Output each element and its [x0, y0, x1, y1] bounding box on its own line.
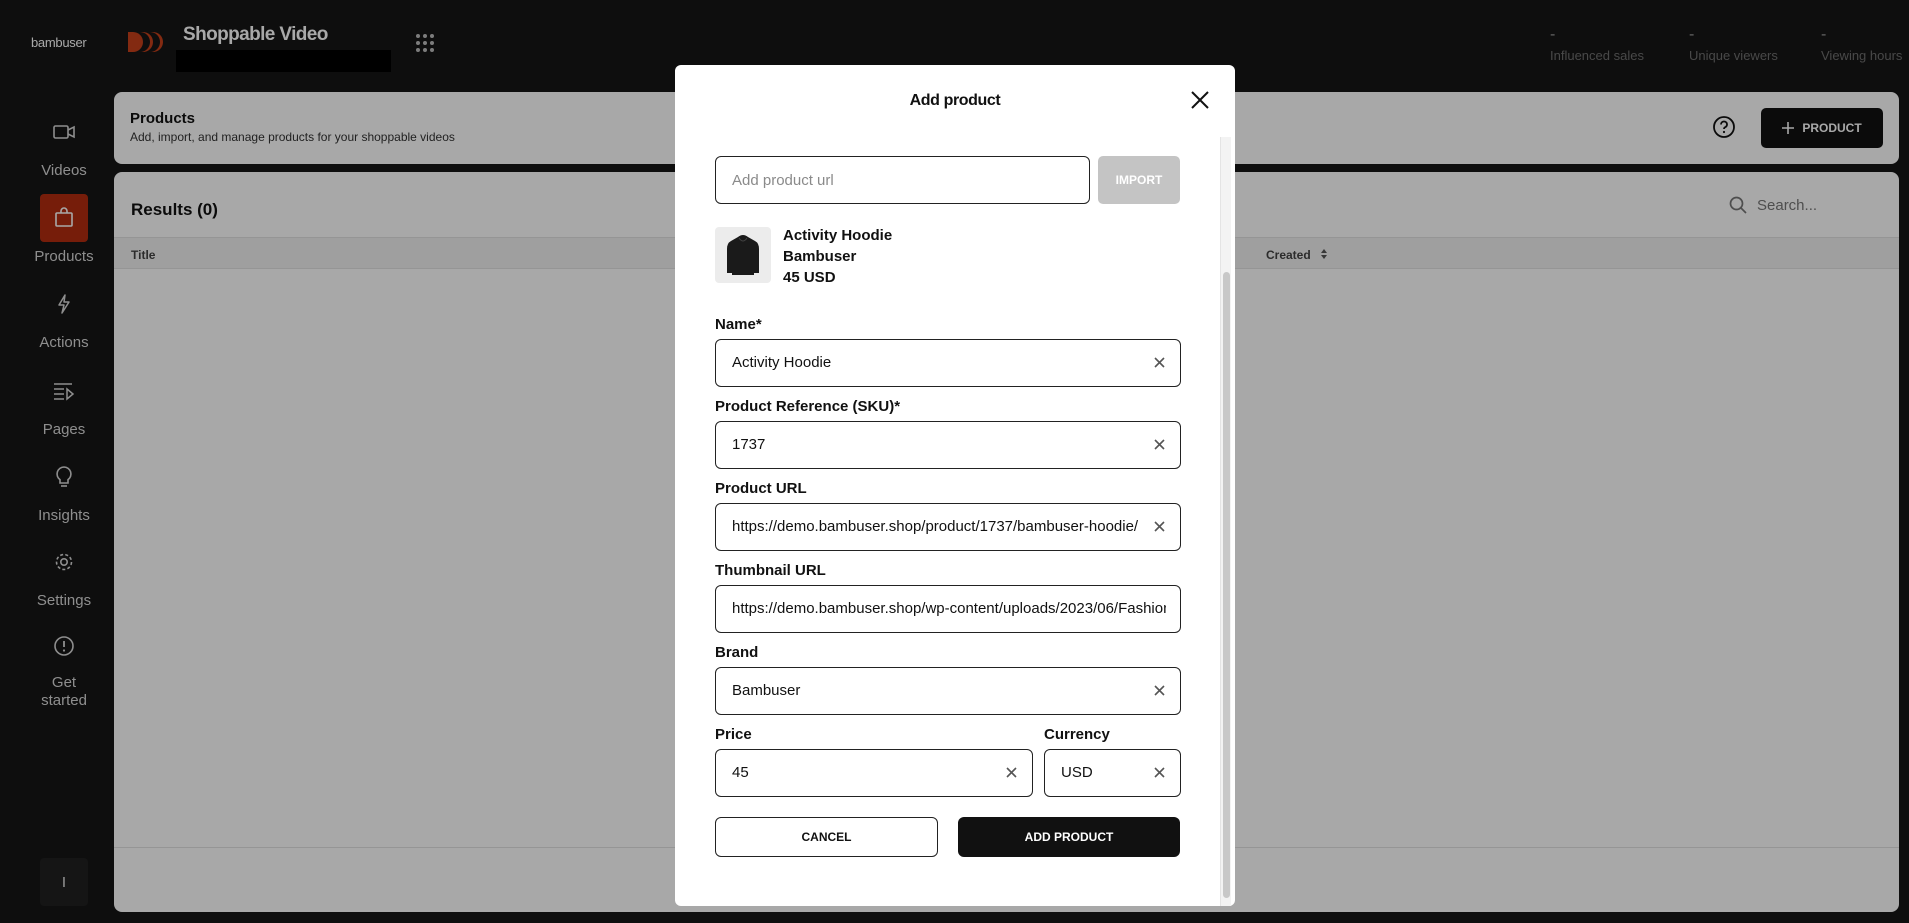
clear-icon[interactable]: [1153, 684, 1166, 697]
product-url-value: https://demo.bambuser.shop/product/1737/…: [732, 518, 1139, 535]
price-value: 45: [732, 764, 749, 781]
add-product-dialog: Add product IMPORT Activity Hoodie Bambu…: [675, 65, 1235, 906]
name-value: Activity Hoodie: [732, 354, 832, 371]
preview-price: 45 USD: [783, 269, 836, 286]
product-thumbnail: [715, 227, 771, 283]
scrollbar-thumb[interactable]: [1223, 272, 1230, 898]
product-url-label: Product URL: [715, 480, 807, 497]
thumbnail-url-field[interactable]: https://demo.bambuser.shop/wp-content/up…: [715, 585, 1181, 633]
currency-field[interactable]: USD: [1044, 749, 1181, 797]
brand-field[interactable]: Bambuser: [715, 667, 1181, 715]
preview-name: Activity Hoodie: [783, 227, 893, 244]
price-label: Price: [715, 726, 752, 743]
close-icon[interactable]: [1189, 89, 1211, 111]
currency-value: USD: [1061, 764, 1093, 781]
brand-label: Brand: [715, 644, 759, 661]
cancel-button[interactable]: CANCEL: [715, 817, 938, 857]
add-product-confirm-button[interactable]: ADD PRODUCT: [958, 817, 1180, 857]
clear-icon[interactable]: [1153, 356, 1166, 369]
price-field[interactable]: 45: [715, 749, 1033, 797]
product-url-import-input[interactable]: [715, 156, 1090, 204]
clear-icon[interactable]: [1153, 520, 1166, 533]
clear-icon[interactable]: [1153, 438, 1166, 451]
brand-value: Bambuser: [732, 682, 801, 699]
name-label: Name*: [715, 316, 762, 333]
clear-icon[interactable]: [1153, 766, 1166, 779]
product-url-field[interactable]: https://demo.bambuser.shop/product/1737/…: [715, 503, 1181, 551]
preview-brand: Bambuser: [783, 248, 857, 265]
sku-field[interactable]: 1737: [715, 421, 1181, 469]
clear-icon[interactable]: [1005, 766, 1018, 779]
thumbnail-url-label: Thumbnail URL: [715, 562, 826, 579]
product-preview: Activity Hoodie Bambuser 45 USD: [783, 225, 892, 288]
dialog-title: Add product: [909, 92, 1001, 109]
sku-value: 1737: [732, 436, 766, 453]
currency-label: Currency: [1044, 726, 1110, 743]
import-button[interactable]: IMPORT: [1098, 156, 1180, 204]
sku-label: Product Reference (SKU)*: [715, 398, 901, 415]
dialog-scrollbar[interactable]: [1220, 137, 1231, 906]
hoodie-image-icon: [727, 235, 759, 275]
thumbnail-url-value: https://demo.bambuser.shop/wp-content/up…: [732, 600, 1166, 617]
name-field[interactable]: Activity Hoodie: [715, 339, 1181, 387]
